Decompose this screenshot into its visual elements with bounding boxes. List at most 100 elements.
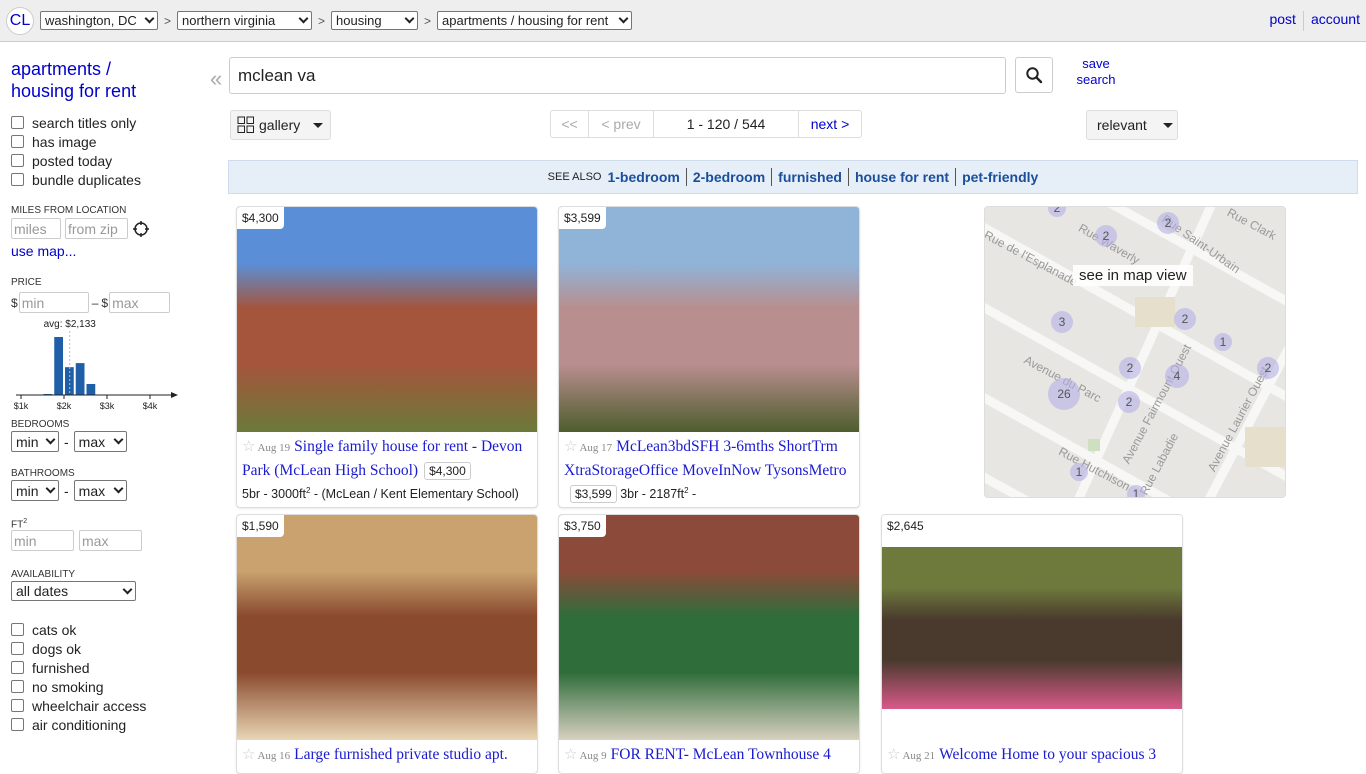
sqft-max-input[interactable]: max <box>79 530 142 551</box>
favorite-star-icon[interactable]: ☆ <box>887 746 900 763</box>
map-green <box>1088 439 1100 451</box>
option-label: has image <box>32 133 97 150</box>
craigslist-logo[interactable]: CL <box>6 6 34 35</box>
sqft-min-input[interactable]: min <box>11 530 74 551</box>
map-cluster-marker[interactable]: 1 <box>1127 485 1145 497</box>
first-page-button[interactable]: << <box>551 111 589 137</box>
option-furnished[interactable]: furnished <box>11 658 191 677</box>
price-tag: $3,750 <box>559 515 606 537</box>
listing-title-link[interactable]: Welcome Home to your spacious 3 <box>939 746 1156 763</box>
listing-card[interactable]: $4,300 ☆ Aug 19 Single family house for re… <box>236 206 538 509</box>
bathrooms-min-select[interactable]: min <box>11 480 59 501</box>
favorite-star-icon[interactable]: ☆ <box>242 746 255 763</box>
area-select[interactable]: washington, DC <box>40 11 158 30</box>
sort-select[interactable]: relevant <box>1086 110 1178 140</box>
see-also-2-bedroom[interactable]: 2-bedroom <box>693 169 765 185</box>
see-also-1-bedroom[interactable]: 1-bedroom <box>607 169 679 185</box>
from-zip-input[interactable]: from zip <box>65 218 128 239</box>
map-cluster-marker[interactable]: 4 <box>1165 364 1189 388</box>
search-icon <box>1026 67 1043 84</box>
favorite-star-icon[interactable]: ☆ <box>564 746 577 763</box>
listing-meta: 5br - 3000ft2 - (McLean / Kent Elementar… <box>242 482 532 503</box>
favorite-star-icon[interactable]: ☆ <box>564 438 577 455</box>
checkbox[interactable] <box>11 680 24 693</box>
account-link[interactable]: account <box>1311 11 1360 31</box>
bathrooms-max-select[interactable]: max <box>73 480 127 501</box>
map-cluster-marker[interactable]: 2 <box>1174 308 1196 330</box>
search-input[interactable]: mclean va <box>229 57 1006 94</box>
listing-title-link[interactable]: FOR RENT- McLean Townhouse 4 <box>611 746 831 763</box>
availability-label: AVAILABILITY <box>11 569 76 580</box>
listing-image[interactable]: $3,599 <box>559 207 859 432</box>
map-cluster-marker[interactable]: 2 <box>1157 212 1179 234</box>
option-air-conditioning[interactable]: air conditioning <box>11 715 191 734</box>
listing-image-container[interactable]: $2,645 <box>882 515 1182 740</box>
map-cluster-marker[interactable]: 2 <box>1095 225 1117 247</box>
option-posted-today[interactable]: posted today <box>11 151 191 170</box>
use-map-link[interactable]: use map... <box>11 243 191 259</box>
checkbox[interactable] <box>11 173 24 186</box>
checkbox[interactable] <box>11 718 24 731</box>
bedrooms-max-select[interactable]: max <box>73 431 127 452</box>
map-cluster-marker[interactable]: 1 <box>1070 463 1088 481</box>
map-cluster-marker[interactable]: 2 <box>1118 391 1140 413</box>
checkbox[interactable] <box>11 154 24 167</box>
listing-image[interactable]: $1,590 <box>237 515 537 740</box>
subarea-select[interactable]: northern virginia <box>177 11 313 30</box>
option-bundle-duplicates[interactable]: bundle duplicates <box>11 170 191 189</box>
locate-icon[interactable] <box>132 220 150 238</box>
checkbox[interactable] <box>11 623 24 636</box>
checkbox[interactable] <box>11 642 24 655</box>
category-select[interactable]: apartments / housing for rent <box>437 11 633 30</box>
listing-card[interactable]: $2,645 ☆ Aug 21 Welcome Home to your spaci… <box>881 514 1183 774</box>
checkbox[interactable] <box>11 135 24 148</box>
listing-image[interactable]: $3,750 <box>559 515 859 740</box>
see-also-house-for-rent[interactable]: house for rent <box>855 169 949 185</box>
option-wheelchair-access[interactable]: wheelchair access <box>11 696 191 715</box>
map-cluster-marker[interactable]: 2 <box>1119 357 1141 379</box>
checkbox[interactable] <box>11 699 24 712</box>
caret-down-icon <box>1162 122 1173 128</box>
next-page-button[interactable]: next > <box>799 111 861 137</box>
bedrooms-min-select[interactable]: min <box>11 431 59 452</box>
option-no-smoking[interactable]: no smoking <box>11 677 191 696</box>
option-label: no smoking <box>32 678 104 695</box>
collapse-sidebar-button[interactable]: « <box>210 66 222 92</box>
divider <box>955 168 957 186</box>
see-also-furnished[interactable]: furnished <box>778 169 842 185</box>
checkbox[interactable] <box>11 116 24 129</box>
max-price-input[interactable]: max <box>109 292 171 313</box>
listing-image[interactable]: $4,300 <box>237 207 537 432</box>
availability-select[interactable]: all dates <box>11 581 136 601</box>
miles-input[interactable]: miles <box>11 218 61 239</box>
option-cats-ok[interactable]: cats ok <box>11 620 191 639</box>
option-search-titles-only[interactable]: search titles only <box>11 113 191 132</box>
favorite-star-icon[interactable]: ☆ <box>242 438 255 455</box>
price-tag: $1,590 <box>237 515 284 537</box>
listing-card[interactable]: $1,590 ☆ Aug 16 Large furnished private st… <box>236 514 538 774</box>
map-cluster-marker[interactable]: 2 <box>1257 357 1279 379</box>
min-price-input[interactable]: min <box>18 292 89 313</box>
section-select[interactable]: housing <box>331 11 419 30</box>
map-cluster-marker[interactable]: 26 <box>1048 378 1080 410</box>
section-select-value: housing <box>336 13 382 28</box>
map-cluster-marker[interactable]: 1 <box>1214 333 1232 351</box>
map-cluster-marker[interactable]: 3 <box>1051 311 1073 333</box>
listing-meta: $3,599 3br - 2187ft2 - <box>564 482 854 504</box>
category-title-link[interactable]: apartments / housing for rent <box>11 58 191 102</box>
option-has-image[interactable]: has image <box>11 132 191 151</box>
option-dogs-ok[interactable]: dogs ok <box>11 639 191 658</box>
listing-card[interactable]: $3,750 ☆ Aug 9 FOR RENT- McLean Townhouse … <box>558 514 860 774</box>
save-search-link[interactable]: save search <box>1070 56 1122 88</box>
checkbox[interactable] <box>11 661 24 674</box>
listing-card[interactable]: $3,599 ☆ Aug 17 McLean3bdSFH 3-6mths Short… <box>558 206 860 509</box>
see-also-pet-friendly[interactable]: pet-friendly <box>962 169 1038 185</box>
map-preview[interactable]: Rue de l'Esplanade Rue Waverly Rue Saint… <box>984 206 1286 498</box>
listing-title-link[interactable]: Large furnished private studio apt. <box>294 746 508 763</box>
listing-image[interactable] <box>882 547 1182 709</box>
see-in-map-view-link[interactable]: see in map view <box>1073 265 1193 286</box>
prev-page-button[interactable]: < prev <box>589 111 654 137</box>
view-mode-button[interactable]: gallery <box>230 110 331 140</box>
search-button[interactable] <box>1015 57 1053 93</box>
post-link[interactable]: post <box>1269 11 1295 31</box>
